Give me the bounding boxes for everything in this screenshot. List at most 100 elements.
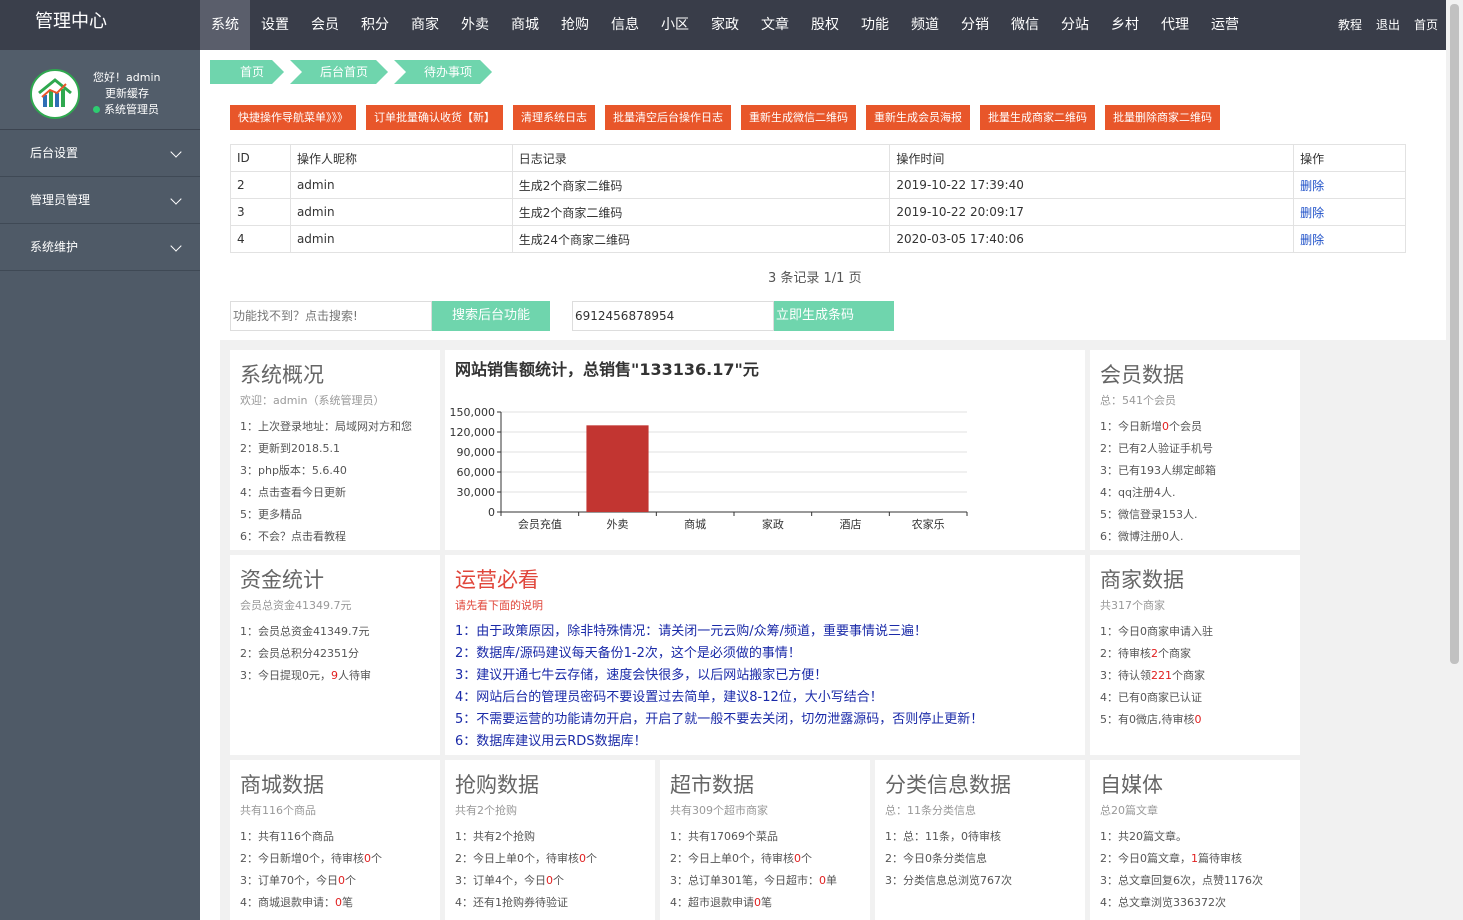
card-line-text: 5：有0微店,待审核 [1100,713,1195,726]
card-title: 会员数据 [1100,363,1184,387]
topright-link[interactable]: 教程 [1338,0,1362,50]
refresh-cache-link[interactable]: 更新缓存 [93,86,160,102]
card-subtitle: 欢迎：admin（系统管理员） [240,394,385,407]
topnav-item[interactable]: 商城 [500,0,550,50]
card-line-highlight: 0 [819,874,826,887]
delete-link[interactable]: 删除 [1293,225,1406,253]
card-line: 6：微博注册0人. [1100,526,1290,548]
card-subtitle: 总20篇文章 [1100,804,1158,817]
funds-card: 资金统计 会员总资金41349.7元 1：会员总资金41349.7元 2：会员总积分4… [230,555,440,755]
x-tick-label: 家政 [762,517,784,531]
action-button[interactable]: 快捷操作导航菜单》》》 [230,105,356,130]
card-line: 2：数据库/源码建议每天备份1-2次，这个是必须做的事情！ [455,646,801,661]
action-button[interactable]: 订单批量确认收货【新】 [366,105,503,130]
scrollbar-thumb[interactable] [1450,4,1459,664]
card-line: 1：共20篇文章。 [1100,826,1290,848]
delete-link[interactable]: 删除 [1293,198,1406,226]
card-line-highlight: 1 [1191,852,1198,865]
card-line: 4：qq注册4人. [1100,482,1290,504]
card-line-text: 2：今日0条分类信息 [885,852,987,865]
topnav-item[interactable]: 分销 [950,0,1000,50]
user-panel: 您好！admin 更新缓存 系统管理员 [0,50,200,130]
breadcrumb-item[interactable]: 后台首页 [290,60,388,84]
y-tick-label: 150,000 [450,406,496,419]
online-dot-icon [93,106,100,113]
action-button[interactable]: 批量清空后台操作日志 [605,105,731,130]
action-button[interactable]: 批量删除商家二维码 [1105,105,1220,130]
log-table-header: ID 操作人昵称 日志记录 操作时间 操作 [230,144,1406,172]
card-line-text: 4：商城退款申请： [240,896,335,909]
card-line: 1：今日0商家申请入驻 [1100,621,1290,643]
card-line: 2：今日0篇文章，1篇待审核 [1100,848,1290,870]
table-cell: 生成2个商家二维码 [511,198,891,226]
top-right-links: 教程 退出 首页 [1324,0,1438,50]
barcode-input[interactable] [572,301,774,331]
card-line-text: 3：今日提现0元， [240,669,331,682]
card-line-text: 1：共有2个抢购 [455,830,535,843]
card-title: 分类信息数据 [885,773,1011,797]
topnav-item[interactable]: 功能 [850,0,900,50]
card-subtitle: 请先看下面的说明 [455,599,543,612]
card-line: 4：总文章浏览336372次 [1100,892,1290,914]
topnav-item[interactable]: 频道 [900,0,950,50]
table-header-cell: 操作人昵称 [289,144,513,172]
card-line-suffix: 个 [553,874,564,887]
card-line-suffix: 单 [826,874,837,887]
topright-link[interactable]: 退出 [1376,0,1400,50]
main-content: 首页 后台首页 待办事项 快捷操作导航菜单》》》 订单批量确认收货【新】 清理系统日志批… [200,50,1446,920]
card-line-suffix: 篇待审核 [1198,852,1242,865]
table-row: 4 admin 生成24个商家二维码 2020-03-05 17:40:06 删除 [230,225,1406,253]
action-button[interactable]: 批量生成商家二维码 [980,105,1095,130]
card-title: 自媒体 [1100,773,1163,797]
topnav-item[interactable]: 分站 [1050,0,1100,50]
action-button[interactable]: 重新生成微信二维码 [741,105,856,130]
y-tick-label: 90,000 [457,446,496,459]
card-line: 6：数据库建议用云RDS数据库！ [455,734,647,749]
home-chart-icon [38,78,72,107]
topnav-item[interactable]: 会员 [300,0,350,50]
topnav-item[interactable]: 运营 [1200,0,1250,50]
breadcrumb-item[interactable]: 首页 [210,60,284,84]
search-button[interactable]: 搜索后台功能 [432,301,550,331]
action-button[interactable]: 重新生成会员海报 [866,105,970,130]
card-line-suffix: 笔 [342,896,353,909]
topnav-item[interactable]: 小区 [650,0,700,50]
action-button[interactable]: 清理系统日志 [513,105,595,130]
topnav-item[interactable]: 积分 [350,0,400,50]
table-cell: 2019-10-22 17:39:40 [889,171,1295,199]
card-line-text: 2：今日上单0个，待审核 [455,852,579,865]
breadcrumb-item[interactable]: 待办事项 [394,60,492,84]
topnav-item[interactable]: 文章 [750,0,800,50]
card-line-suffix: 人待审 [338,669,371,682]
topnav-item[interactable]: 系统 [200,0,250,50]
sidebar-item[interactable]: 系统维护 [0,224,200,271]
generate-barcode-button[interactable]: 立即生成条码 [774,301,894,331]
card-line: 4：超市退款申请0笔 [670,892,860,914]
log-table-body: 2 admin 生成2个商家二维码 2019-10-22 17:39:40 删除 3 adm… [230,171,1406,253]
topnav-item[interactable]: 设置 [250,0,300,50]
topnav-item[interactable]: 家政 [700,0,750,50]
topnav-item[interactable]: 外卖 [450,0,500,50]
topnav-item[interactable]: 乡村 [1100,0,1150,50]
table-row: 2 admin 生成2个商家二维码 2019-10-22 17:39:40 删除 [230,171,1406,199]
user-greeting: 您好！admin [93,71,161,84]
card-line: 1：共有2个抢购 [455,826,645,848]
card-line-text: 3：总文章回复6次，点赞1176次 [1100,874,1263,887]
search-input[interactable] [230,301,432,331]
delete-link[interactable]: 删除 [1293,171,1406,199]
page-scrollbar[interactable] [1446,0,1463,920]
card-line-suffix: 个 [586,852,597,865]
topright-link[interactable]: 首页 [1414,0,1438,50]
topnav-item[interactable]: 微信 [1000,0,1050,50]
card-line-highlight: 2 [1151,647,1158,660]
classified-card: 分类信息数据 总：11条分类信息 1：总：11条，0待审核 2：今日0条分类信息 3：分… [875,760,1085,920]
topnav-item[interactable]: 股权 [800,0,850,50]
topnav-item[interactable]: 信息 [600,0,650,50]
sidebar-item[interactable]: 管理员管理 [0,177,200,224]
card-line-highlight: 0 [546,874,553,887]
sidebar-item[interactable]: 后台设置 [0,130,200,177]
card-line: 2：会员总积分42351分 [240,643,430,665]
topnav-item[interactable]: 商家 [400,0,450,50]
topnav-item[interactable]: 代理 [1150,0,1200,50]
topnav-item[interactable]: 抢购 [550,0,600,50]
